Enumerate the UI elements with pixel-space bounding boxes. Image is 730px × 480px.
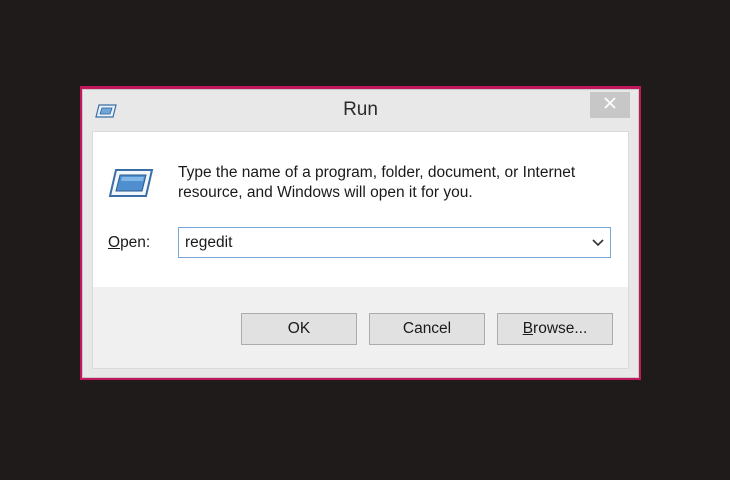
- close-button[interactable]: [590, 92, 630, 118]
- close-icon: [604, 96, 616, 114]
- ok-button[interactable]: OK: [241, 313, 357, 345]
- chevron-down-icon[interactable]: [589, 233, 607, 253]
- open-label-text: pen:: [120, 234, 151, 251]
- title-bar: Run: [83, 90, 638, 130]
- browse-button[interactable]: Browse...: [497, 313, 613, 345]
- open-label-mnemonic: O: [108, 234, 121, 251]
- window-title: Run: [343, 99, 378, 120]
- open-label: Open:: [108, 234, 150, 252]
- open-combobox[interactable]: [178, 227, 611, 258]
- dialog-body: Type the name of a program, folder, docu…: [93, 132, 628, 287]
- open-input[interactable]: [185, 228, 580, 257]
- browse-mnemonic: B: [522, 320, 534, 337]
- dialog-content: Type the name of a program, folder, docu…: [92, 131, 629, 369]
- run-icon: [108, 167, 154, 199]
- dialog-description: Type the name of a program, folder, docu…: [178, 164, 576, 201]
- run-dialog: Run Type the name of a program, folder, …: [82, 89, 639, 378]
- cancel-button[interactable]: Cancel: [369, 313, 485, 345]
- browse-label: rowse...: [533, 320, 588, 337]
